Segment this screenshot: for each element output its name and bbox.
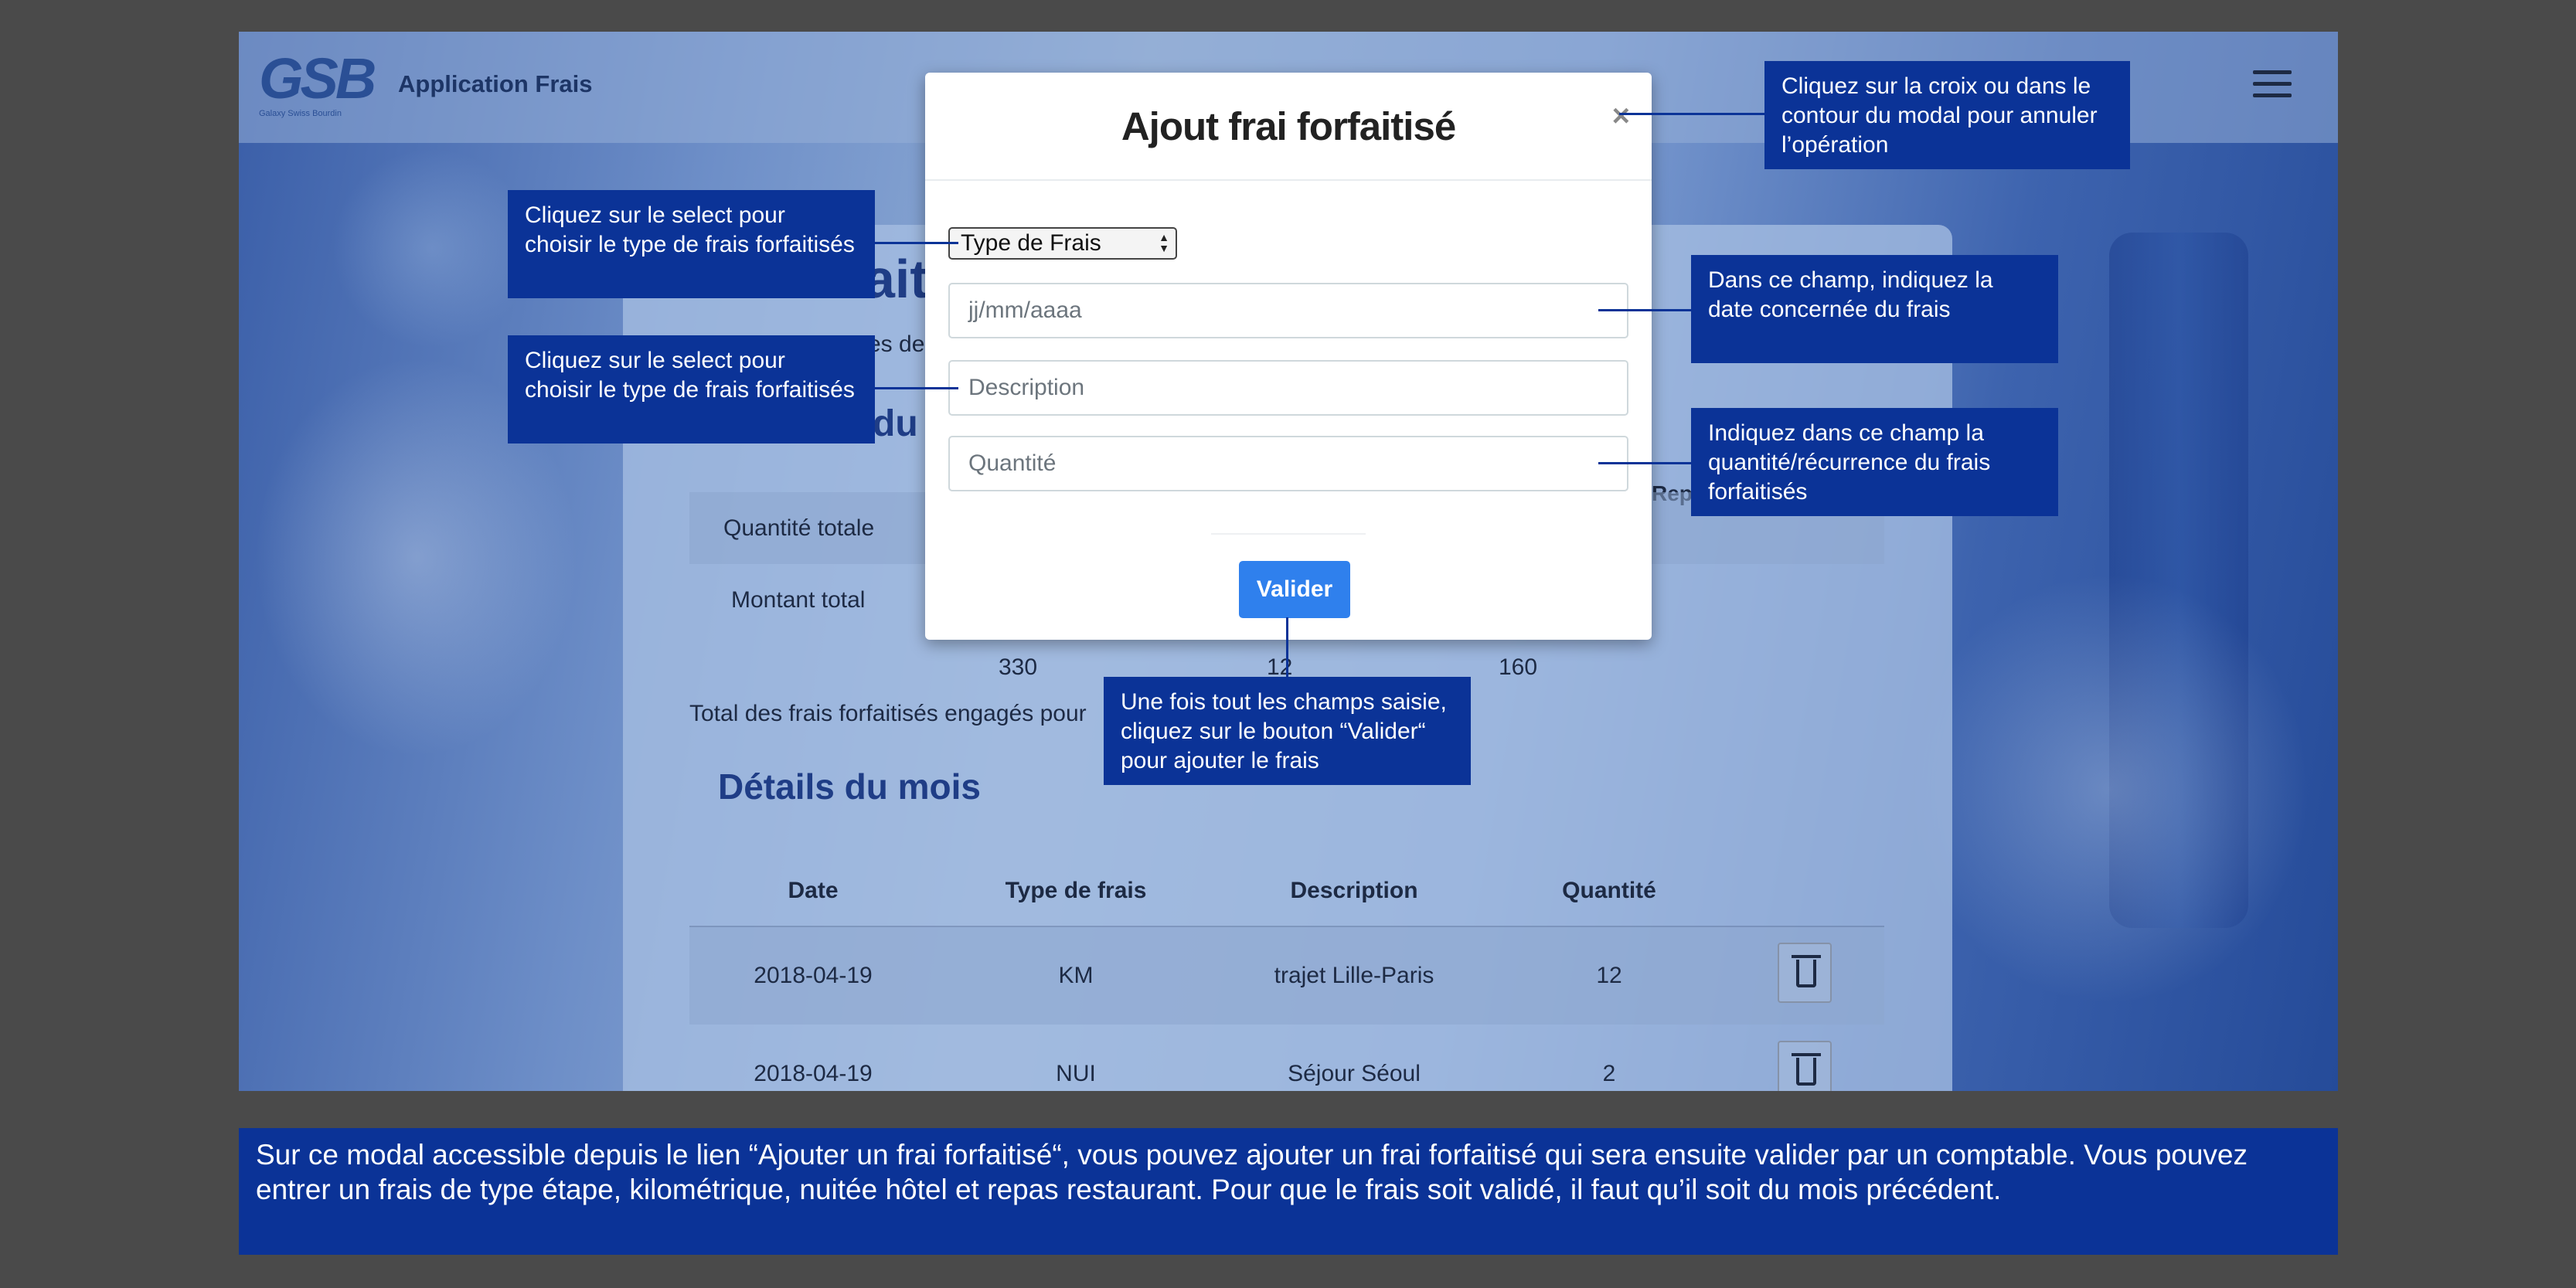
cell-quantite: 12 — [1596, 963, 1622, 988]
callout-connector — [1619, 113, 1764, 115]
callout-close: Cliquez sur la croix ou dans le contour … — [1764, 61, 2130, 169]
callout-connector — [1598, 309, 1691, 311]
expense-type-select[interactable]: Type de Frais ▲ ▼ — [948, 227, 1177, 260]
cell-date: 2018-04-19 — [754, 1060, 873, 1086]
close-icon[interactable]: × — [1612, 99, 1630, 134]
description-input[interactable]: Description — [948, 360, 1628, 416]
summary-heading-partial: du — [873, 403, 918, 444]
callout-select-2: Cliquez sur le select pour choisir le ty… — [508, 335, 875, 443]
column-header-quantite: Quantité — [1493, 855, 1725, 927]
hamburger-icon[interactable] — [2253, 70, 2292, 98]
details-heading: Détails du mois — [718, 766, 981, 807]
intro-text-partial: es de — [868, 331, 925, 357]
cell-type: NUI — [1056, 1060, 1096, 1086]
app-title: Application Frais — [398, 70, 593, 97]
modal-divider — [1211, 533, 1366, 535]
select-arrows-icon: ▲ ▼ — [1159, 231, 1169, 254]
modal-title: Ajout frai forfaitisé — [1121, 104, 1456, 148]
table-header-row: Date Type de frais Description Quantité — [689, 855, 1884, 927]
trash-icon[interactable] — [1778, 943, 1832, 1003]
callout-connector — [875, 242, 958, 244]
gsb-logo[interactable]: GSB Galaxy Swiss Bourdin — [259, 50, 379, 124]
callout-connector — [1598, 462, 1691, 464]
summary-value-partial: 160 — [1499, 654, 1538, 680]
background-glass — [332, 148, 533, 348]
cell-quantite: 2 — [1602, 1060, 1616, 1086]
add-expense-modal: Ajout frai forfaitisé × Type de Frais ▲ ▼… — [925, 73, 1652, 640]
cell-date: 2018-04-19 — [754, 963, 873, 988]
callout-quantite: Indiquez dans ce champ la quantité/récur… — [1691, 408, 2058, 516]
background-glass — [1908, 573, 2310, 1005]
callout-connector — [1286, 617, 1288, 677]
cell-type: KM — [1058, 963, 1094, 988]
column-header-description: Description — [1215, 855, 1493, 927]
bottom-description: Sur ce modal accessible depuis le lien “… — [239, 1128, 2338, 1255]
column-header-date: Date — [689, 855, 937, 927]
cell-actions — [1725, 1025, 1884, 1091]
modal-header: Ajout frai forfaitisé × — [925, 73, 1652, 181]
column-header-actions — [1725, 855, 1884, 927]
table-row: 2018-04-19 KM trajet Lille-Paris 12 — [689, 926, 1884, 1025]
summary-value-partial: 330 — [999, 654, 1038, 680]
callout-select-1: Cliquez sur le select pour choisir le ty… — [508, 190, 875, 298]
logo-mark: GSB — [259, 46, 376, 110]
cell-actions — [1725, 926, 1884, 1025]
column-header-type: Type de frais — [937, 855, 1215, 927]
table-row: 2018-04-19 NUI Séjour Séoul 2 — [689, 1025, 1884, 1091]
quantite-input[interactable]: Quantité — [948, 436, 1628, 491]
select-value: Type de Frais — [961, 230, 1101, 256]
trash-icon[interactable] — [1778, 1040, 1832, 1091]
date-input[interactable]: jj/mm/aaaa — [948, 283, 1628, 338]
details-table: Date Type de frais Description Quantité … — [689, 855, 1884, 1091]
callout-connector — [875, 387, 958, 389]
callout-date: Dans ce champ, indiquez la date concerné… — [1691, 255, 2058, 363]
total-text: Total des frais forfaitisés engagés pour — [689, 701, 1087, 726]
cell-description: trajet Lille-Paris — [1274, 963, 1434, 988]
callout-valider: Une fois tout les champs saisie, cliquez… — [1104, 677, 1471, 785]
valider-button[interactable]: Valider — [1239, 561, 1350, 618]
cell-description: Séjour Séoul — [1288, 1060, 1421, 1086]
